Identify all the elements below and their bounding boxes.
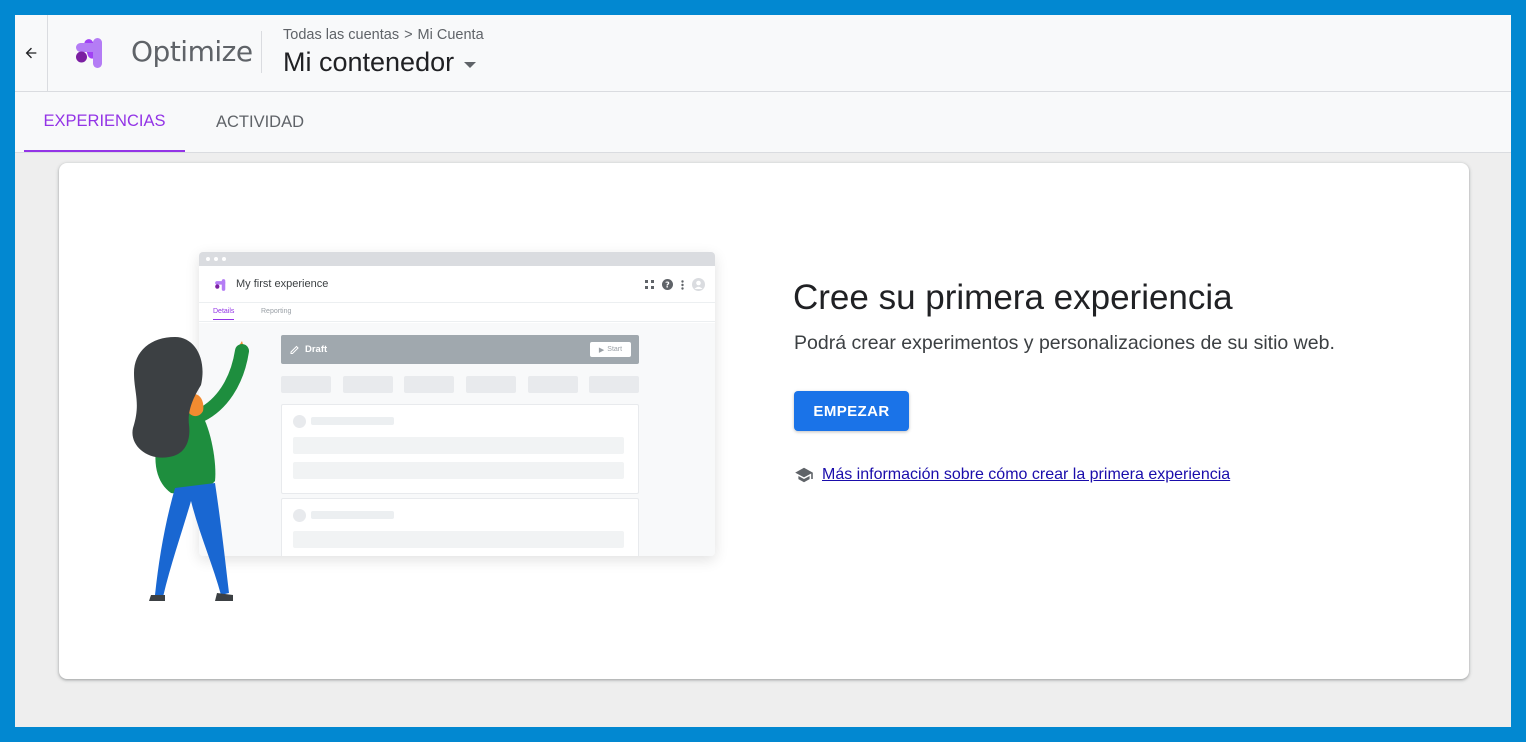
mock-chip bbox=[404, 376, 454, 393]
empty-state-headline: Cree su primera experiencia bbox=[793, 278, 1233, 317]
mock-tab-reporting: Reporting bbox=[261, 308, 292, 315]
mock-panel-line bbox=[311, 417, 394, 425]
mock-panel-line bbox=[311, 511, 394, 519]
mock-panel bbox=[281, 404, 639, 494]
tab-experiencias[interactable]: EXPERIENCIAS bbox=[24, 92, 185, 152]
empty-state-card: My first experience ? Details Reporting … bbox=[59, 163, 1469, 679]
mock-chip bbox=[528, 376, 578, 393]
illustration-mock-window: My first experience ? Details Reporting … bbox=[199, 252, 715, 556]
breadcrumb: Todas las cuentas > Mi Cuenta bbox=[283, 27, 484, 43]
mock-help-icon: ? bbox=[662, 279, 673, 290]
mock-tab-details: Details bbox=[213, 308, 235, 320]
mock-tabs: Details Reporting bbox=[199, 303, 715, 322]
mock-header: My first experience ? bbox=[199, 266, 715, 303]
mock-panel-field bbox=[293, 462, 624, 479]
container-selector[interactable]: Mi contenedor bbox=[283, 47, 477, 78]
mock-chip bbox=[281, 376, 331, 393]
mock-draft-label: Draft bbox=[305, 344, 328, 355]
mock-play-icon: ▶ bbox=[598, 346, 605, 354]
tab-actividad[interactable]: ACTIVIDAD bbox=[195, 92, 325, 152]
mock-panel bbox=[281, 498, 639, 556]
back-button[interactable] bbox=[15, 15, 48, 91]
mock-dot bbox=[214, 257, 218, 261]
arrow-back-icon bbox=[25, 47, 37, 59]
mock-chip bbox=[343, 376, 393, 393]
app-header: Optimize Todas las cuentas > Mi Cuenta M… bbox=[15, 15, 1511, 92]
mock-avatar-icon bbox=[692, 278, 705, 291]
svg-text:?: ? bbox=[665, 281, 670, 290]
learn-more-link[interactable]: Más información sobre cómo crear la prim… bbox=[822, 466, 1230, 484]
empty-state-description: Podrá crear experimentos y personalizaci… bbox=[794, 332, 1335, 354]
mock-more-icon bbox=[681, 279, 684, 290]
school-icon bbox=[795, 467, 813, 483]
breadcrumb-separator: > bbox=[404, 27, 413, 43]
mock-start-label: Start bbox=[607, 346, 623, 353]
empezar-button[interactable]: EMPEZAR bbox=[794, 391, 909, 431]
mock-draft-bar: Draft ▶ Start bbox=[281, 335, 639, 364]
dropdown-caret-icon bbox=[464, 61, 477, 68]
optimize-logo-icon bbox=[76, 38, 102, 68]
tab-bar: EXPERIENCIAS ACTIVIDAD bbox=[15, 92, 1511, 153]
mock-start-button: ▶ Start bbox=[590, 342, 631, 357]
brand-name: Optimize bbox=[131, 35, 253, 68]
mock-title: My first experience bbox=[236, 278, 329, 290]
mock-chip bbox=[466, 376, 516, 393]
mock-panel-field bbox=[293, 531, 624, 548]
mock-edit-icon bbox=[290, 345, 299, 354]
learn-more-row: Más información sobre cómo crear la prim… bbox=[794, 466, 1230, 484]
mock-dot bbox=[206, 257, 210, 261]
app-window: Optimize Todas las cuentas > Mi Cuenta M… bbox=[15, 15, 1511, 727]
mock-panel-avatar bbox=[293, 509, 306, 522]
mock-dot bbox=[222, 257, 226, 261]
mock-header-icons: ? bbox=[645, 278, 705, 291]
container-name: Mi contenedor bbox=[283, 47, 455, 77]
mock-panel-field bbox=[293, 437, 624, 454]
mock-panel-avatar bbox=[293, 415, 306, 428]
breadcrumb-account[interactable]: Mi Cuenta bbox=[418, 27, 484, 43]
mock-titlebar bbox=[199, 252, 715, 266]
mock-body: Draft ▶ Start bbox=[199, 323, 715, 556]
person-illustration bbox=[132, 337, 249, 601]
mock-chip bbox=[589, 376, 639, 393]
breadcrumb-all-accounts[interactable]: Todas las cuentas bbox=[283, 27, 399, 43]
mock-apps-icon bbox=[645, 280, 654, 289]
header-divider bbox=[261, 31, 262, 73]
mock-optimize-logo-icon bbox=[215, 279, 226, 291]
